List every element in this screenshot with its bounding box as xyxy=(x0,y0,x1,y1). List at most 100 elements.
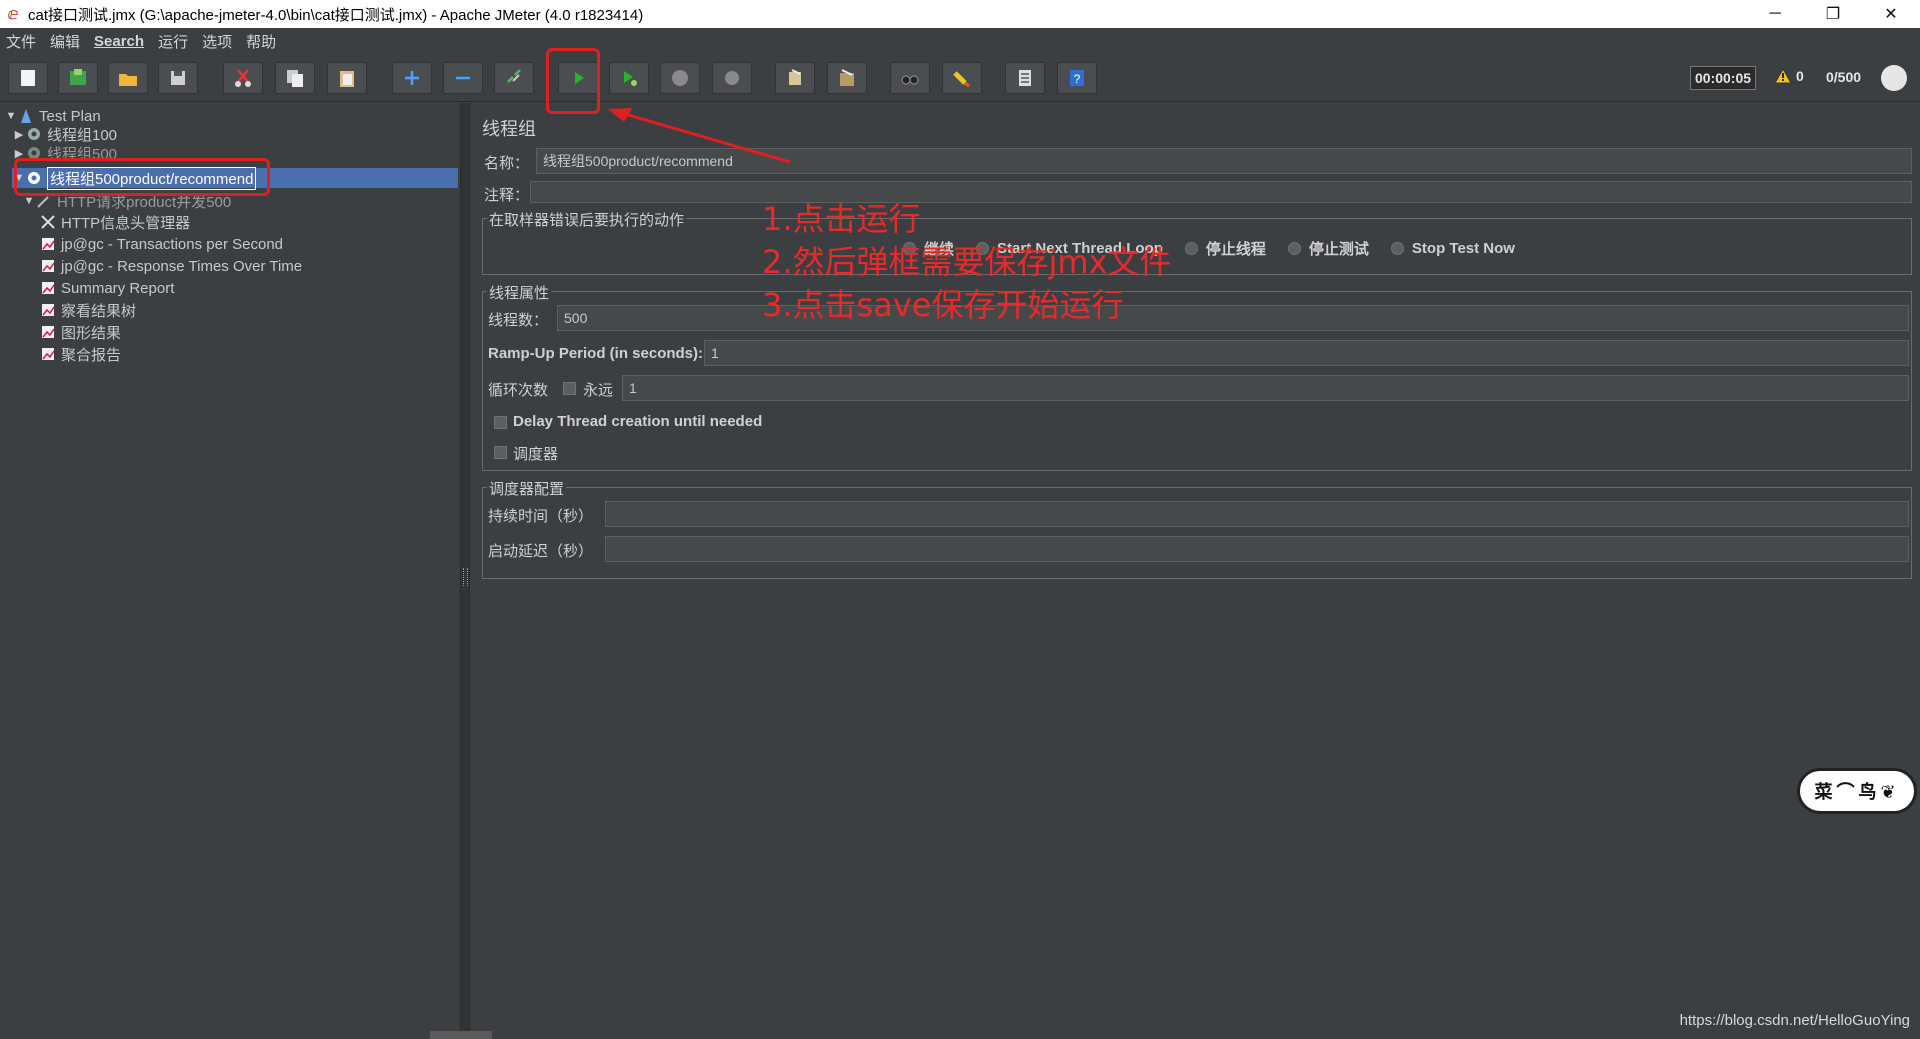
title-bar: ⅇ cat接口测试.jmx (G:\apache-jmeter-4.0\bin\… xyxy=(0,0,1920,28)
menu-search[interactable]: Search xyxy=(94,33,144,50)
clear-all-button[interactable] xyxy=(827,62,867,94)
rampup-field[interactable]: 1 xyxy=(704,340,1909,366)
remote-globe-icon[interactable] xyxy=(1881,65,1907,91)
expand-arrow-icon[interactable]: ▼ xyxy=(4,110,18,122)
annotation-box-selected-node xyxy=(14,158,270,196)
tree-label: jp@gc - Response Times Over Time xyxy=(61,257,303,275)
menu-edit[interactable]: 编辑 xyxy=(50,31,80,52)
menu-run[interactable]: 运行 xyxy=(158,31,188,52)
annotation-step-3: 3.点击save保存开始运行 xyxy=(762,286,1124,324)
splitter-grip[interactable] xyxy=(463,568,468,586)
delay-thread-label: Delay Thread creation until needed xyxy=(513,413,763,430)
new-icon xyxy=(21,70,35,86)
binoculars-icon xyxy=(901,75,919,85)
chart-icon xyxy=(40,236,56,252)
elapsed-timer: 00:00:05 xyxy=(1690,66,1757,90)
chart-icon xyxy=(40,258,56,274)
tree-label: 图形结果 xyxy=(61,324,122,342)
props-group-label: 线程属性 xyxy=(487,282,552,303)
open-icon xyxy=(119,74,137,86)
tree-label: 察看结果树 xyxy=(61,302,137,320)
tree-node-listener-response-times[interactable]: jp@gc - Response Times Over Time xyxy=(40,256,302,276)
scheduler-group-label: 调度器配置 xyxy=(487,478,567,499)
copy-icon xyxy=(287,70,303,87)
reset-search-button[interactable] xyxy=(942,62,982,94)
toggle-button[interactable] xyxy=(494,62,534,94)
tree-node-header-manager[interactable]: HTTP信息头管理器 xyxy=(40,212,190,232)
menu-bar: 文件 编辑 Search 运行 选项 帮助 xyxy=(0,28,1920,54)
scheduler-checkbox[interactable] xyxy=(494,446,507,459)
warning-counter[interactable]: 0 xyxy=(1774,68,1804,84)
floating-badge[interactable]: 菜⌒鸟❦ xyxy=(1797,768,1917,814)
loop-field[interactable]: 1 xyxy=(622,375,1909,401)
tree-label: Test Plan xyxy=(39,107,101,125)
tree-node-graph-results[interactable]: 图形结果 xyxy=(40,322,121,342)
collapse-arrow-icon[interactable]: ▶ xyxy=(12,128,26,141)
collapse-all-button[interactable] xyxy=(443,62,483,94)
warning-icon xyxy=(1774,68,1792,84)
menu-file[interactable]: 文件 xyxy=(6,31,36,52)
close-button[interactable]: ✕ xyxy=(1862,0,1920,28)
duration-field[interactable] xyxy=(605,501,1909,527)
copy-button[interactable] xyxy=(275,62,315,94)
maximize-button[interactable]: ❐ xyxy=(1804,0,1862,28)
expand-arrow-icon[interactable]: ▼ xyxy=(22,195,36,207)
comment-field[interactable] xyxy=(530,181,1912,203)
loop-label: 循环次数 xyxy=(488,382,549,399)
menu-help[interactable]: 帮助 xyxy=(246,31,276,52)
radio-stop-thread[interactable]: 停止线程 xyxy=(1184,238,1266,259)
stop-button[interactable] xyxy=(660,62,700,94)
tree-node-listener-tps[interactable]: jp@gc - Transactions per Second xyxy=(40,234,283,254)
name-label: 名称： xyxy=(484,155,530,172)
forever-checkbox[interactable] xyxy=(563,382,576,395)
radio-stop-test[interactable]: 停止测试 xyxy=(1287,238,1369,259)
threads-field[interactable]: 500 xyxy=(557,305,1909,331)
clear-button[interactable] xyxy=(775,62,815,94)
shutdown-button[interactable] xyxy=(712,62,752,94)
startup-delay-field[interactable] xyxy=(605,536,1909,562)
error-group-label: 在取样器错误后要执行的动作 xyxy=(487,209,687,230)
svg-text:?: ? xyxy=(1074,72,1081,86)
tree-node-summary-report[interactable]: Summary Report xyxy=(40,278,174,298)
delay-thread-checkbox[interactable] xyxy=(494,416,507,429)
toolbar: ? 00:00:05 0 0/500 xyxy=(0,56,1920,102)
clear-all-icon xyxy=(840,69,854,86)
start-no-pause-icon xyxy=(624,71,637,86)
annotation-step-1: 1.点击运行 xyxy=(762,200,921,238)
active-threads: 0/500 xyxy=(1826,69,1862,85)
menu-options[interactable]: 选项 xyxy=(202,31,232,52)
error-action-group: 在取样器错误后要执行的动作 继续 Start Next Thread Loop … xyxy=(482,209,1912,275)
comment-label: 注释： xyxy=(484,187,530,204)
panel-splitter[interactable] xyxy=(460,103,470,1033)
paste-button[interactable] xyxy=(327,62,367,94)
tree-label: Summary Report xyxy=(61,279,175,297)
horizontal-scroll-thumb[interactable] xyxy=(430,1031,492,1039)
minimize-button[interactable]: ─ xyxy=(1746,0,1804,28)
cut-button[interactable] xyxy=(223,62,263,94)
tree-node-view-results-tree[interactable]: 察看结果树 xyxy=(40,300,136,320)
watermark: https://blog.csdn.net/HelloGuoYing xyxy=(1679,1012,1910,1029)
new-button[interactable] xyxy=(8,62,48,94)
search-button[interactable] xyxy=(890,62,930,94)
jmeter-feather-icon: ⅇ xyxy=(7,6,19,23)
start-no-pauses-button[interactable] xyxy=(609,62,649,94)
function-helper-button[interactable] xyxy=(1005,62,1045,94)
startup-delay-label: 启动延迟（秒） xyxy=(488,543,594,560)
tree-label: HTTP信息头管理器 xyxy=(61,214,191,232)
tree-node-aggregate-report[interactable]: 聚合报告 xyxy=(40,344,121,364)
broom-icon xyxy=(953,71,970,88)
open-button[interactable] xyxy=(108,62,148,94)
chart-icon xyxy=(40,302,56,318)
panel-title: 线程组 xyxy=(482,119,536,139)
toggle-icon xyxy=(507,69,521,83)
templates-button[interactable] xyxy=(58,62,98,94)
help-icon: ? xyxy=(1070,70,1084,86)
radio-stop-test-now[interactable]: Stop Test Now xyxy=(1390,238,1515,259)
save-button[interactable] xyxy=(158,62,198,94)
expand-all-button[interactable] xyxy=(392,62,432,94)
save-icon xyxy=(171,71,185,85)
stop-icon xyxy=(672,70,688,86)
tree-node-thread-group-100[interactable]: ▶ 线程组100 xyxy=(12,124,117,144)
annotation-arrow xyxy=(608,108,791,164)
help-button[interactable]: ? xyxy=(1057,62,1097,94)
